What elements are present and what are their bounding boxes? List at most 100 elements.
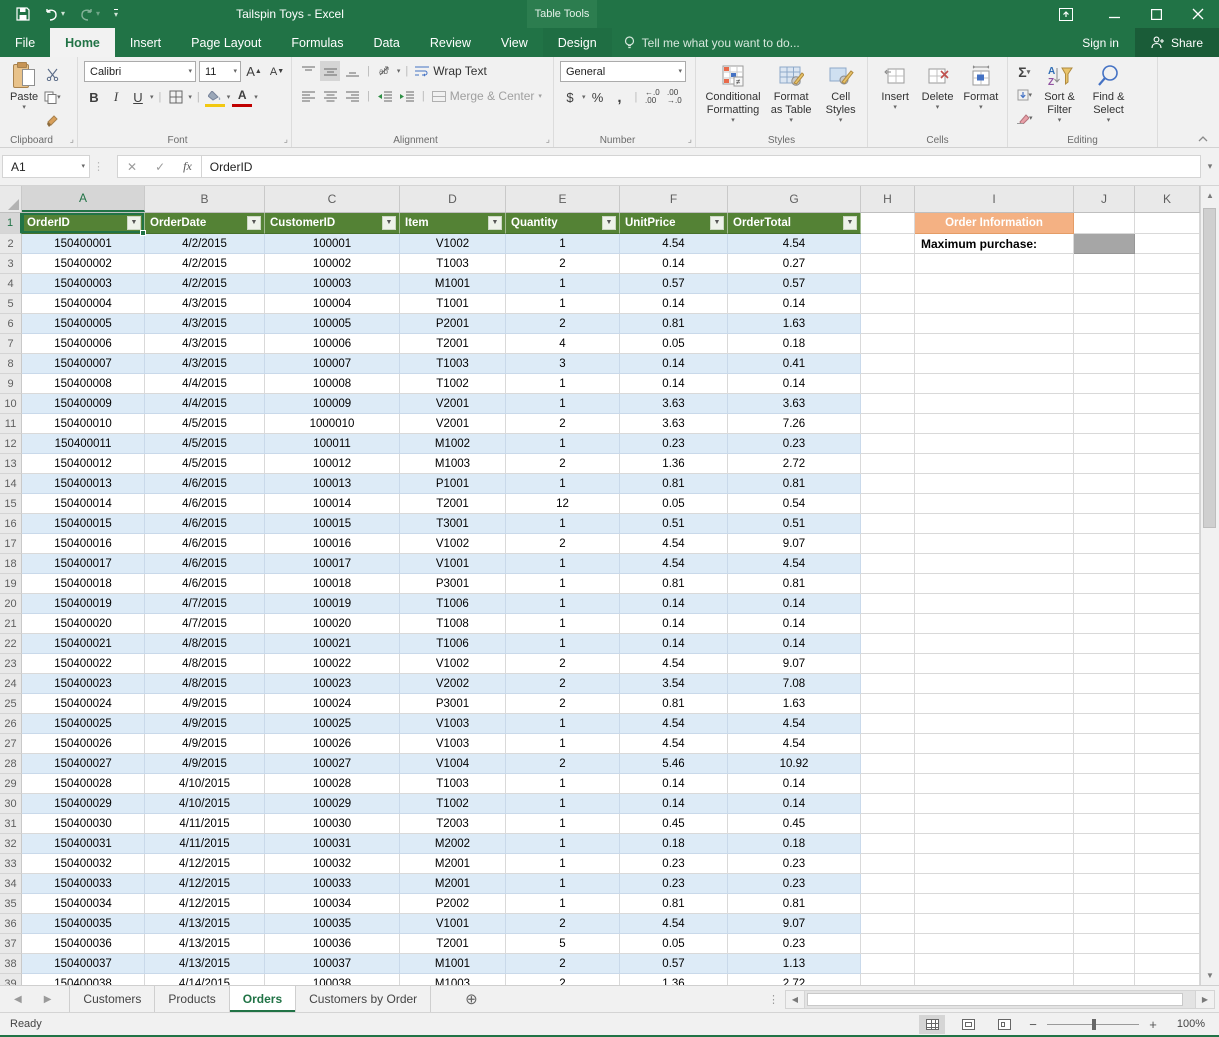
cell-A28[interactable]: 150400027: [22, 754, 145, 774]
filter-dropdown-icon[interactable]: ▼: [843, 216, 857, 230]
cell-I34[interactable]: [915, 874, 1074, 894]
fill-color-button[interactable]: [205, 87, 225, 107]
cell-K4[interactable]: [1135, 274, 1200, 294]
cell-I5[interactable]: [915, 294, 1074, 314]
cell-I35[interactable]: [915, 894, 1074, 914]
cell-K1[interactable]: [1135, 213, 1200, 234]
cell-C29[interactable]: 100028: [265, 774, 400, 794]
cell-F5[interactable]: 0.14: [620, 294, 728, 314]
cell-H11[interactable]: [861, 414, 915, 434]
cell-I36[interactable]: [915, 914, 1074, 934]
cell-J4[interactable]: [1074, 274, 1135, 294]
row-header-29[interactable]: 29: [0, 774, 22, 794]
cell-E9[interactable]: 1: [506, 374, 620, 394]
cell-A22[interactable]: 150400021: [22, 634, 145, 654]
cell-G35[interactable]: 0.81: [728, 894, 861, 914]
merge-center-button[interactable]: Merge & Center ▾: [430, 86, 544, 106]
row-header-1[interactable]: 1: [0, 213, 22, 234]
cell-H16[interactable]: [861, 514, 915, 534]
cell-G2[interactable]: 4.54: [728, 234, 861, 254]
table-header-cell-unitprice[interactable]: UnitPrice▼: [620, 213, 728, 234]
cell-A14[interactable]: 150400013: [22, 474, 145, 494]
cell-A35[interactable]: 150400034: [22, 894, 145, 914]
cell-C20[interactable]: 100019: [265, 594, 400, 614]
sheet-nav-right-icon[interactable]: ▶: [44, 994, 52, 1005]
cell-G7[interactable]: 0.18: [728, 334, 861, 354]
cell-E6[interactable]: 2: [506, 314, 620, 334]
cell-C34[interactable]: 100033: [265, 874, 400, 894]
cell-I20[interactable]: [915, 594, 1074, 614]
page-break-view-button[interactable]: [991, 1015, 1017, 1034]
cell-D9[interactable]: T1002: [400, 374, 506, 394]
table-header-cell-quantity[interactable]: Quantity▼: [506, 213, 620, 234]
cell-B19[interactable]: 4/6/2015: [145, 574, 265, 594]
cell-B30[interactable]: 4/10/2015: [145, 794, 265, 814]
cell-F29[interactable]: 0.14: [620, 774, 728, 794]
cell-C4[interactable]: 100003: [265, 274, 400, 294]
column-header-A[interactable]: A: [22, 186, 145, 212]
cell-G10[interactable]: 3.63: [728, 394, 861, 414]
sheet-tab-products[interactable]: Products: [155, 986, 229, 1012]
font-color-button[interactable]: A: [232, 87, 252, 107]
name-box[interactable]: A1 ▾: [2, 155, 90, 178]
cell-D20[interactable]: T1006: [400, 594, 506, 614]
cell-B28[interactable]: 4/9/2015: [145, 754, 265, 774]
cell-D11[interactable]: V2001: [400, 414, 506, 434]
cell-A30[interactable]: 150400029: [22, 794, 145, 814]
cell-E23[interactable]: 2: [506, 654, 620, 674]
number-format-select[interactable]: General▾: [560, 61, 686, 82]
cell-H12[interactable]: [861, 434, 915, 454]
cell-J28[interactable]: [1074, 754, 1135, 774]
cell-K21[interactable]: [1135, 614, 1200, 634]
cell-C2[interactable]: 100001: [265, 234, 400, 254]
cell-J25[interactable]: [1074, 694, 1135, 714]
cell-F3[interactable]: 0.14: [620, 254, 728, 274]
cell-A20[interactable]: 150400019: [22, 594, 145, 614]
cell-K17[interactable]: [1135, 534, 1200, 554]
sort-filter-button[interactable]: AZ Sort & Filter ▾: [1035, 61, 1085, 126]
cell-I9[interactable]: [915, 374, 1074, 394]
column-header-I[interactable]: I: [915, 186, 1074, 212]
cell-E37[interactable]: 5: [506, 934, 620, 954]
cell-H39[interactable]: [861, 974, 915, 985]
cell-G16[interactable]: 0.51: [728, 514, 861, 534]
cell-G37[interactable]: 0.23: [728, 934, 861, 954]
horizontal-scrollbar[interactable]: ◀ ▶: [785, 990, 1215, 1009]
cell-I14[interactable]: [915, 474, 1074, 494]
cell-J16[interactable]: [1074, 514, 1135, 534]
find-select-button[interactable]: Find & Select ▾: [1085, 61, 1133, 126]
cell-J35[interactable]: [1074, 894, 1135, 914]
cell-K30[interactable]: [1135, 794, 1200, 814]
cell-J33[interactable]: [1074, 854, 1135, 874]
cell-E16[interactable]: 1: [506, 514, 620, 534]
decrease-indent-button[interactable]: [375, 86, 395, 106]
cell-E19[interactable]: 1: [506, 574, 620, 594]
tab-formulas[interactable]: Formulas: [276, 28, 358, 57]
cell-B24[interactable]: 4/8/2015: [145, 674, 265, 694]
cell-C33[interactable]: 100032: [265, 854, 400, 874]
cell-E25[interactable]: 2: [506, 694, 620, 714]
cell-I7[interactable]: [915, 334, 1074, 354]
cell-F28[interactable]: 5.46: [620, 754, 728, 774]
undo-button[interactable]: ▾: [44, 8, 65, 21]
cell-H7[interactable]: [861, 334, 915, 354]
cell-G39[interactable]: 2.72: [728, 974, 861, 985]
row-header-31[interactable]: 31: [0, 814, 22, 834]
cell-J29[interactable]: [1074, 774, 1135, 794]
scroll-left-icon[interactable]: ◀: [785, 990, 805, 1009]
cell-E32[interactable]: 1: [506, 834, 620, 854]
cell-E17[interactable]: 2: [506, 534, 620, 554]
row-header-37[interactable]: 37: [0, 934, 22, 954]
cell-B13[interactable]: 4/5/2015: [145, 454, 265, 474]
cell-D38[interactable]: M1001: [400, 954, 506, 974]
cell-E3[interactable]: 2: [506, 254, 620, 274]
top-align-button[interactable]: [298, 61, 318, 81]
cell-D15[interactable]: T2001: [400, 494, 506, 514]
cell-D26[interactable]: V1003: [400, 714, 506, 734]
cell-I16[interactable]: [915, 514, 1074, 534]
cell-J23[interactable]: [1074, 654, 1135, 674]
zoom-out-button[interactable]: −: [1027, 1017, 1039, 1032]
insert-cells-button[interactable]: Insert ▾: [874, 61, 916, 113]
cell-H30[interactable]: [861, 794, 915, 814]
cell-F20[interactable]: 0.14: [620, 594, 728, 614]
